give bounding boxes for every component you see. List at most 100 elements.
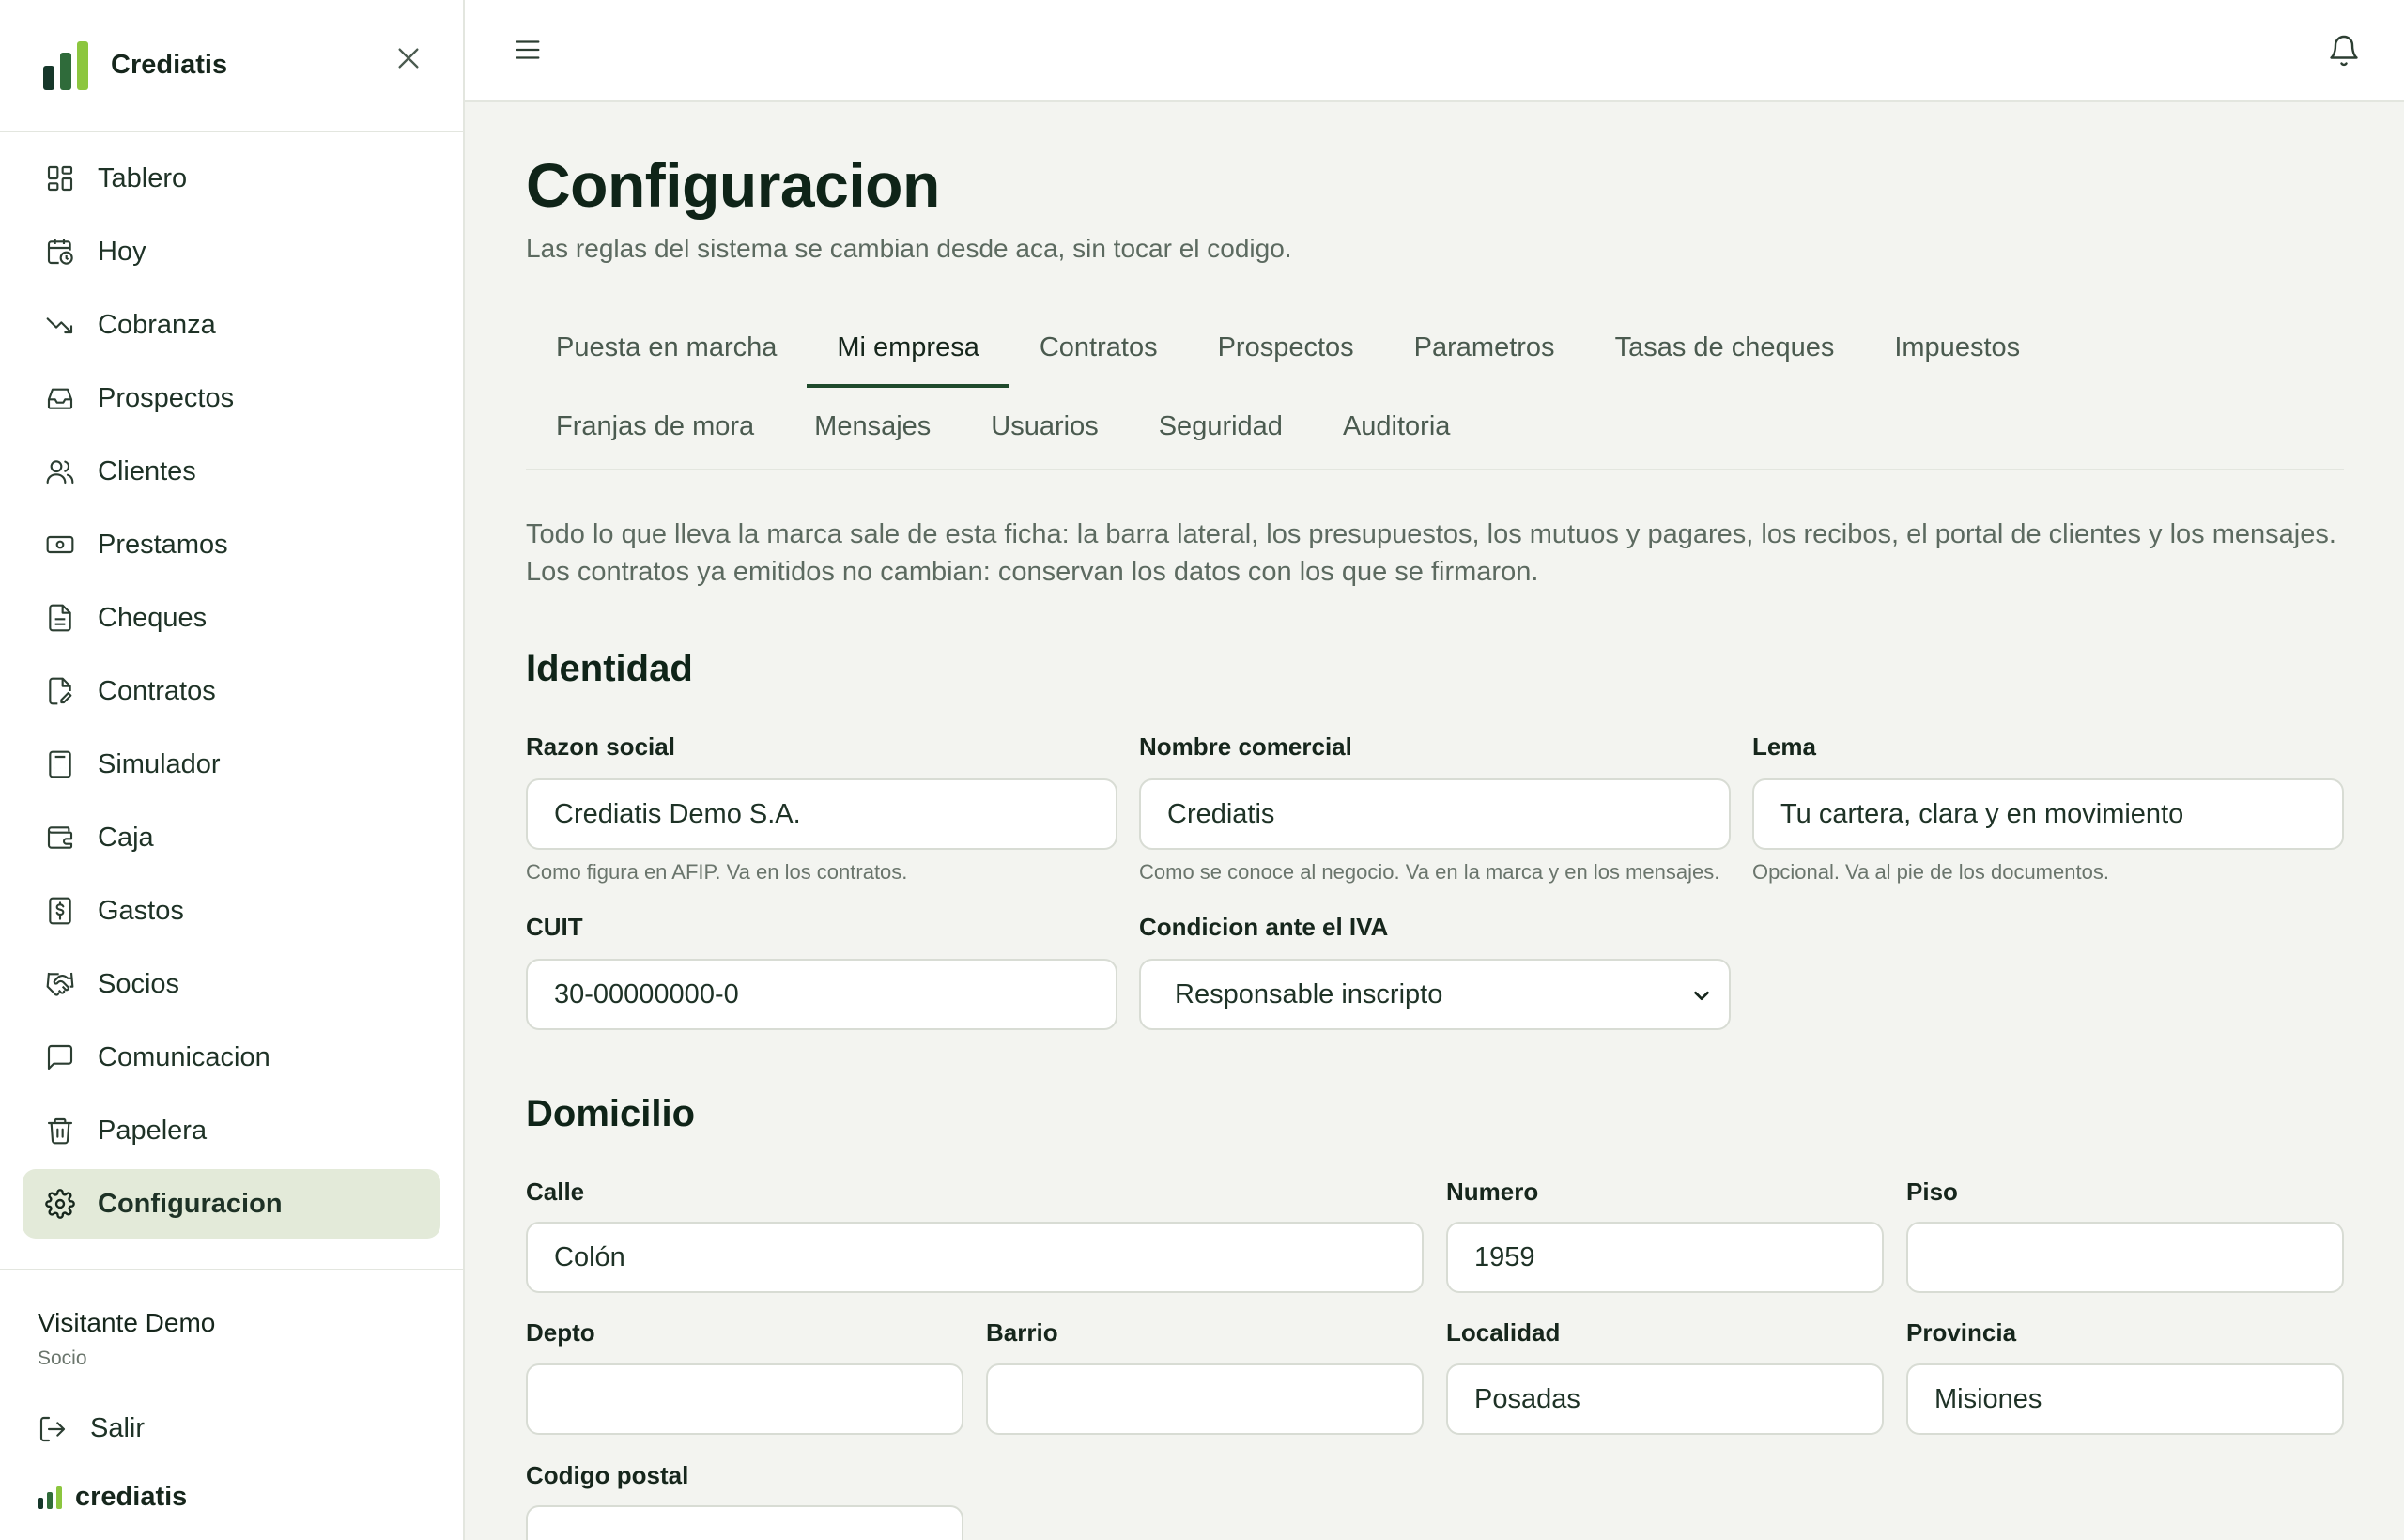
piso-input[interactable] bbox=[1906, 1222, 2344, 1293]
numero-input[interactable]: 1959 bbox=[1446, 1222, 1884, 1293]
gear-icon bbox=[45, 1189, 75, 1219]
tab-mi-empresa[interactable]: Mi empresa bbox=[807, 311, 1009, 388]
tab-seguridad[interactable]: Seguridad bbox=[1129, 390, 1313, 467]
tab-parametros[interactable]: Parametros bbox=[1384, 311, 1585, 388]
lema-label: Lema bbox=[1752, 732, 1816, 761]
localidad-input[interactable]: Posadas bbox=[1446, 1363, 1884, 1435]
user-name: Visitante Demo bbox=[38, 1308, 216, 1337]
topbar bbox=[465, 0, 2404, 102]
barrio-label: Barrio bbox=[986, 1318, 1058, 1347]
sidebar-item-label: Clientes bbox=[98, 455, 196, 486]
sidebar-item-simulador[interactable]: Simulador bbox=[23, 730, 440, 799]
codigo-postal-input[interactable] bbox=[526, 1505, 963, 1540]
sidebar-item-tablero[interactable]: Tablero bbox=[23, 144, 440, 213]
dashboard-icon bbox=[47, 165, 73, 192]
provincia-input[interactable]: Misiones bbox=[1906, 1363, 2344, 1435]
footer-brand-name: crediatis bbox=[75, 1482, 188, 1512]
numero-label: Numero bbox=[1446, 1178, 1539, 1206]
tab-tasas-de-cheques[interactable]: Tasas de cheques bbox=[1585, 311, 1865, 388]
section-domicilio-title: Domicilio bbox=[526, 1093, 696, 1134]
sidebar-item-label: Cheques bbox=[98, 602, 208, 633]
sidebar-item-label: Cobranza bbox=[98, 309, 216, 340]
settings-tabs: Puesta en marcha Mi empresa Contratos Pr… bbox=[526, 311, 2344, 470]
tab-usuarios[interactable]: Usuarios bbox=[961, 390, 1128, 467]
sidebar-item-label: Simulador bbox=[98, 748, 221, 779]
sidebar-item-prospectos[interactable]: Prospectos bbox=[23, 363, 440, 433]
calle-label: Calle bbox=[526, 1178, 585, 1206]
sidebar-item-cheques[interactable]: Cheques bbox=[23, 583, 440, 653]
depto-input[interactable] bbox=[526, 1363, 963, 1435]
sidebar-item-configuracion[interactable]: Configuracion bbox=[23, 1169, 440, 1239]
bell-icon[interactable] bbox=[2327, 34, 2361, 68]
users-icon bbox=[46, 460, 74, 485]
calle-input[interactable]: Colón bbox=[526, 1222, 1424, 1293]
logout-button[interactable]: Salir bbox=[38, 1413, 425, 1444]
lema-input[interactable]: Tu cartera, clara y en movimiento bbox=[1752, 778, 2344, 850]
footer-brand: crediatis bbox=[38, 1482, 425, 1513]
sidebar-item-prestamos[interactable]: Prestamos bbox=[23, 510, 440, 579]
intro-line-1: Todo lo que lleva la marca sale de esta … bbox=[526, 519, 2336, 549]
sidebar-item-label: Contratos bbox=[98, 675, 216, 706]
wallet-icon bbox=[47, 826, 73, 849]
sidebar-item-cobranza[interactable]: Cobranza bbox=[23, 290, 440, 360]
tab-prospectos[interactable]: Prospectos bbox=[1188, 311, 1384, 388]
barrio-input[interactable] bbox=[986, 1363, 1424, 1435]
tab-auditoria[interactable]: Auditoria bbox=[1313, 390, 1480, 467]
sidebar-item-gastos[interactable]: Gastos bbox=[23, 876, 440, 946]
tab-puesta-en-marcha[interactable]: Puesta en marcha bbox=[526, 311, 807, 388]
cuit-label: CUIT bbox=[526, 913, 583, 941]
razon-social-input[interactable]: Crediatis Demo S.A. bbox=[526, 778, 1117, 850]
hamburger-menu-icon[interactable] bbox=[512, 34, 544, 66]
trending-down-icon bbox=[46, 317, 73, 334]
sidebar-item-label: Configuracion bbox=[98, 1188, 283, 1219]
tab-impuestos[interactable]: Impuestos bbox=[1864, 311, 2050, 388]
sidebar-item-label: Comunicacion bbox=[98, 1041, 270, 1072]
chevron-down-icon bbox=[1694, 991, 1709, 1001]
sidebar-item-label: Tablero bbox=[98, 162, 188, 193]
sidebar-item-label: Caja bbox=[98, 822, 154, 853]
logout-icon bbox=[39, 1416, 66, 1441]
iva-select[interactable]: Responsable inscripto bbox=[1139, 959, 1731, 1030]
sidebar-item-papelera[interactable]: Papelera bbox=[23, 1096, 440, 1165]
razon-social-label: Razon social bbox=[526, 732, 675, 761]
user-role: Socio bbox=[38, 1348, 87, 1369]
sidebar-item-caja[interactable]: Caja bbox=[23, 803, 440, 872]
sidebar-item-label: Prospectos bbox=[98, 382, 235, 413]
document-icon bbox=[49, 604, 71, 632]
razon-social-hint: Como figura en AFIP. Va en los contratos… bbox=[526, 860, 908, 884]
file-signature-icon bbox=[49, 677, 72, 705]
depto-label: Depto bbox=[526, 1318, 595, 1347]
sidebar-nav: Tablero Hoy Cobranza Prospectos Clientes… bbox=[0, 132, 463, 1254]
sidebar-item-socios[interactable]: Socios bbox=[23, 949, 440, 1019]
calculator-icon bbox=[49, 750, 71, 778]
sidebar-item-label: Socios bbox=[98, 968, 180, 999]
page-subtitle: Las reglas del sistema se cambian desde … bbox=[526, 234, 1292, 263]
brand-logo-icon bbox=[43, 40, 88, 90]
sidebar-item-hoy[interactable]: Hoy bbox=[23, 217, 440, 286]
sidebar-item-label: Hoy bbox=[98, 236, 146, 267]
banknote-icon bbox=[46, 535, 74, 554]
cuit-input[interactable]: 30-00000000-0 bbox=[526, 959, 1117, 1030]
sidebar-footer: Visitante Demo Socio Salir crediatis bbox=[0, 1269, 463, 1513]
inbox-icon bbox=[47, 388, 73, 409]
brand-logo-icon bbox=[38, 1486, 62, 1509]
sidebar: Crediatis Tablero Hoy Cobranza Prospecto… bbox=[0, 0, 465, 1540]
close-icon[interactable] bbox=[393, 43, 424, 73]
nombre-comercial-input[interactable]: Crediatis bbox=[1139, 778, 1731, 850]
sidebar-item-contratos[interactable]: Contratos bbox=[23, 656, 440, 726]
provincia-label: Provincia bbox=[1906, 1318, 2017, 1347]
sidebar-item-clientes[interactable]: Clientes bbox=[23, 437, 440, 506]
tab-row-1: Puesta en marcha Mi empresa Contratos Pr… bbox=[526, 311, 2344, 390]
receipt-dollar-icon bbox=[49, 897, 71, 925]
brand-header: Crediatis bbox=[0, 0, 463, 132]
sidebar-item-label: Prestamos bbox=[98, 529, 228, 560]
handshake-icon bbox=[46, 972, 74, 996]
section-identidad-title: Identidad bbox=[526, 648, 693, 689]
tab-franjas-de-mora[interactable]: Franjas de mora bbox=[526, 390, 784, 467]
tab-mensajes[interactable]: Mensajes bbox=[784, 390, 961, 467]
intro-text: Todo lo que lleva la marca sale de esta … bbox=[526, 516, 2344, 591]
tab-contratos[interactable]: Contratos bbox=[1009, 311, 1188, 388]
brand-name: Crediatis bbox=[111, 50, 228, 80]
trash-icon bbox=[47, 1117, 73, 1145]
sidebar-item-comunicacion[interactable]: Comunicacion bbox=[23, 1023, 440, 1092]
